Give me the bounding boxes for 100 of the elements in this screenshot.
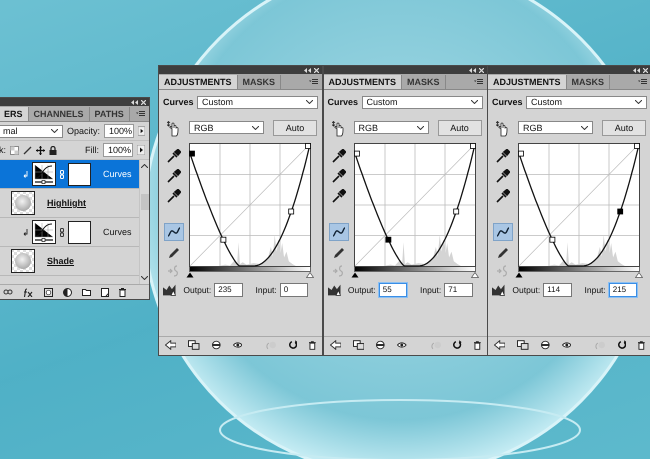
- eyedropper-icon[interactable]: [167, 169, 181, 183]
- eyedropper-icon[interactable]: [167, 189, 181, 203]
- curves-graph[interactable]: [518, 143, 642, 267]
- input-slider-icon[interactable]: [635, 272, 643, 278]
- fx-icon[interactable]: [23, 288, 34, 296]
- trash-icon[interactable]: [474, 340, 480, 350]
- trash-icon[interactable]: [309, 340, 316, 350]
- input-slider-icon[interactable]: [306, 272, 314, 278]
- layer-row[interactable]: Curves: [0, 218, 139, 247]
- eyedropper-icon[interactable]: [496, 169, 510, 183]
- panel-tab[interactable]: ADJUSTMENTS: [324, 75, 402, 89]
- clip-to-layer-icon[interactable]: [517, 340, 529, 350]
- channel-dropdown[interactable]: RGB: [354, 121, 428, 134]
- auto-button[interactable]: Auto: [438, 120, 482, 136]
- close-icon[interactable]: [643, 68, 648, 72]
- curves-graph[interactable]: [189, 143, 313, 267]
- close-icon[interactable]: [478, 68, 484, 72]
- panel-tab[interactable]: MASKS: [238, 75, 282, 89]
- panel-tab[interactable]: ADJUSTMENTS: [159, 75, 238, 89]
- panel-tab[interactable]: PATHS: [90, 107, 130, 121]
- eyedropper-icon[interactable]: [332, 169, 346, 183]
- curve-point[interactable]: [617, 208, 624, 214]
- input-field[interactable]: 71: [444, 283, 472, 297]
- panel-menu-icon[interactable]: [136, 111, 145, 117]
- chevron-up-icon[interactable]: [141, 164, 148, 168]
- curve-point[interactable]: [220, 236, 226, 243]
- eye-icon[interactable]: [562, 342, 572, 348]
- scrollbar[interactable]: [139, 160, 149, 284]
- eyedropper-icon[interactable]: [167, 149, 181, 163]
- visibility-toggle-icon[interactable]: [212, 340, 221, 350]
- curve-point[interactable]: [305, 143, 311, 149]
- eyedropper-icon[interactable]: [496, 189, 510, 203]
- output-field[interactable]: 114: [543, 283, 572, 297]
- close-icon[interactable]: [141, 100, 146, 104]
- panel-tab[interactable]: CHANNELS: [28, 107, 90, 121]
- reset-icon[interactable]: [288, 340, 298, 350]
- new-layer-icon[interactable]: [101, 288, 109, 296]
- reset-icon[interactable]: [618, 340, 626, 350]
- hand-arrows-icon[interactable]: [496, 121, 510, 137]
- panel-tab[interactable]: MASKS: [402, 75, 446, 89]
- input-field[interactable]: 0: [280, 283, 308, 297]
- panel-tab[interactable]: MASKS: [566, 75, 610, 89]
- move-icon[interactable]: [36, 146, 46, 154]
- auto-button[interactable]: Auto: [602, 120, 646, 136]
- clipping-warning-icon[interactable]: [328, 283, 341, 297]
- input-slider-icon[interactable]: [470, 272, 478, 278]
- panel-menu-icon[interactable]: [474, 79, 482, 85]
- curve-point[interactable]: [385, 236, 391, 243]
- eyedropper-icon[interactable]: [332, 189, 346, 203]
- back-arrow-icon[interactable]: [494, 340, 506, 350]
- curve-point[interactable]: [288, 208, 294, 214]
- pencil-icon[interactable]: [168, 247, 180, 259]
- curve-point[interactable]: [634, 143, 640, 149]
- output-field[interactable]: 55: [378, 283, 407, 297]
- add-mask-icon[interactable]: [44, 288, 53, 296]
- panel-tab[interactable]: ADJUSTMENTS: [488, 75, 567, 89]
- input-slider-icon[interactable]: [350, 272, 358, 278]
- back-arrow-icon[interactable]: [330, 340, 341, 350]
- curve-tool-button[interactable]: [493, 223, 513, 241]
- clipping-warning-icon[interactable]: [163, 283, 176, 297]
- auto-button[interactable]: Auto: [273, 120, 317, 136]
- preset-dropdown[interactable]: Custom: [362, 96, 482, 108]
- eye-icon[interactable]: [397, 342, 407, 348]
- clip-to-layer-icon[interactable]: [352, 340, 364, 350]
- layer-row[interactable]: Curves: [0, 160, 139, 189]
- blend-mode-dropdown[interactable]: mal: [0, 124, 63, 138]
- layer-row[interactable]: Highlight: [0, 189, 139, 218]
- input-field[interactable]: 215: [608, 283, 637, 297]
- curve-tool-button[interactable]: [164, 223, 184, 241]
- layer-row[interactable]: Shade: [0, 247, 139, 276]
- eye-icon[interactable]: [232, 342, 242, 348]
- preset-dropdown[interactable]: Custom: [526, 96, 647, 108]
- panel-menu-icon[interactable]: [309, 79, 318, 85]
- channel-dropdown[interactable]: RGB: [518, 121, 593, 134]
- input-slider-icon[interactable]: [515, 272, 523, 278]
- clipping-warning-icon[interactable]: [492, 283, 506, 297]
- curves-graph[interactable]: [354, 143, 478, 267]
- input-slider-icon[interactable]: [186, 272, 194, 278]
- curve-point[interactable]: [452, 208, 459, 214]
- eyedropper-icon[interactable]: [332, 149, 346, 163]
- lock-transparency-icon[interactable]: [10, 146, 20, 154]
- back-arrow-icon[interactable]: [165, 340, 176, 350]
- preset-dropdown[interactable]: Custom: [197, 96, 318, 108]
- panel-tab[interactable]: ERS: [0, 107, 29, 121]
- panel-menu-icon[interactable]: [638, 79, 647, 85]
- brush-icon[interactable]: [23, 146, 32, 154]
- eyedropper-icon[interactable]: [496, 149, 510, 163]
- curve-point[interactable]: [550, 236, 556, 243]
- chevron-down-icon[interactable]: [141, 276, 148, 280]
- scroll-thumb[interactable]: [140, 194, 148, 210]
- trash-icon[interactable]: [119, 288, 126, 296]
- curve-tool-button[interactable]: [328, 223, 348, 241]
- reset-icon[interactable]: [453, 340, 462, 350]
- visibility-toggle-icon[interactable]: [540, 340, 550, 350]
- channel-dropdown[interactable]: RGB: [189, 121, 264, 134]
- close-icon[interactable]: [314, 68, 319, 72]
- arrow-right-icon[interactable]: [137, 145, 145, 155]
- pencil-icon[interactable]: [332, 247, 344, 259]
- fill-field[interactable]: 100%: [103, 143, 133, 157]
- hand-arrows-icon[interactable]: [332, 121, 346, 137]
